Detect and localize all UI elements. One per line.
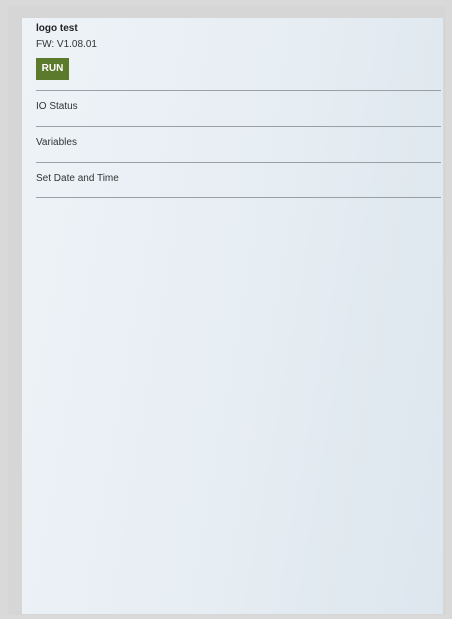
menu-item-variables[interactable]: Variables xyxy=(36,127,441,161)
menu-item-label: Variables xyxy=(36,137,77,148)
device-name: logo test xyxy=(36,23,78,34)
run-button[interactable]: RUN xyxy=(36,58,69,80)
app-frame: logo test FW: V1.08.01 RUN IO Status Var… xyxy=(8,6,446,615)
main-panel: logo test FW: V1.08.01 RUN IO Status Var… xyxy=(22,18,443,614)
menu-item-label: Set Date and Time xyxy=(36,173,119,184)
divider xyxy=(36,197,441,198)
firmware-version: FW: V1.08.01 xyxy=(36,39,97,50)
menu-item-label: IO Status xyxy=(36,101,78,112)
menu-item-set-date-and-time[interactable]: Set Date and Time xyxy=(36,163,441,197)
menu-item-io-status[interactable]: IO Status xyxy=(36,91,441,125)
